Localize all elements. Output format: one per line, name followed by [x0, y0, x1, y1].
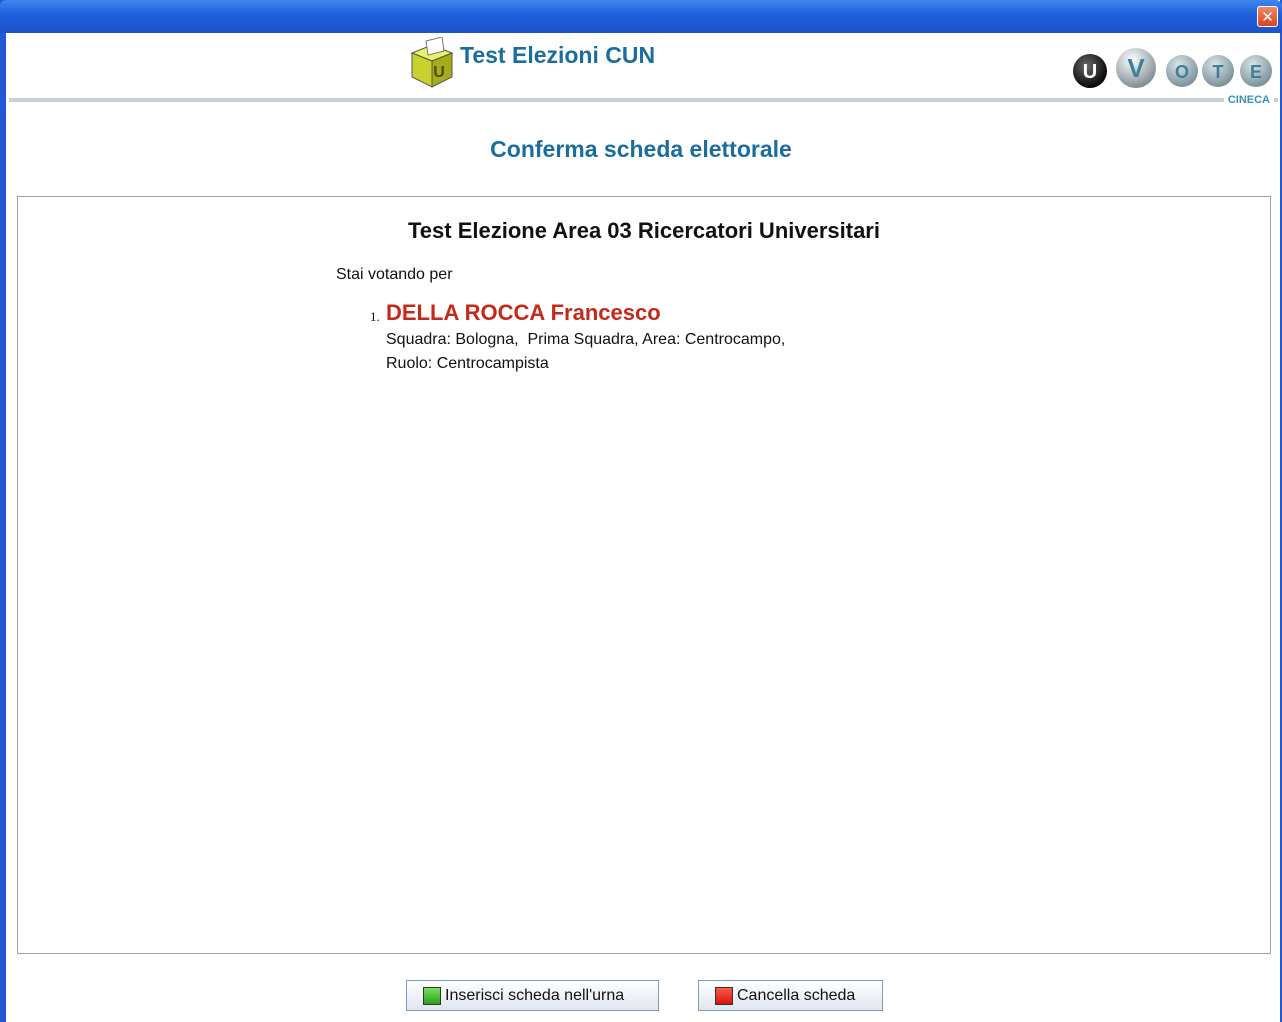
svg-text:U: U: [433, 64, 445, 81]
brand-sub-label: CINECA: [1223, 94, 1274, 106]
candidate-name: DELLA ROCCA Francesco: [386, 300, 661, 325]
brand-letter-t: T: [1213, 62, 1224, 82]
window-titlebar[interactable]: ✕: [0, 0, 1282, 33]
ballot-box-icon: U: [410, 37, 454, 88]
confirm-ballot-button[interactable]: Inserisci scheda nell'urna: [406, 980, 659, 1011]
uvote-logo: U V O T E: [1073, 48, 1272, 88]
brand-letter-v: V: [1127, 53, 1145, 83]
election-title: Test Elezione Area 03 Ricercatori Univer…: [408, 218, 880, 243]
close-icon[interactable]: ✕: [1257, 6, 1278, 27]
brand-letter-e: E: [1250, 62, 1262, 82]
candidate-detail-line2: Ruolo: Centrocampista: [386, 355, 549, 372]
brand-letter-o: O: [1175, 62, 1189, 82]
voting-label: Stai votando per: [336, 266, 453, 283]
app-title: Test Elezioni CUN: [460, 42, 656, 68]
app-header: U Test Elezioni CUN U V O T E CINECA: [6, 33, 1280, 113]
green-square-icon: [423, 986, 441, 1005]
ballot-panel: Test Elezione Area 03 Ricercatori Univer…: [17, 196, 1271, 954]
brand-letter-u: U: [1083, 61, 1097, 83]
header-divider: [9, 98, 1278, 102]
red-square-icon: [715, 986, 733, 1005]
candidate-number: 1.: [370, 309, 380, 324]
confirm-ballot-label: Inserisci scheda nell'urna: [445, 986, 625, 1004]
cancel-ballot-label: Cancella scheda: [737, 986, 856, 1004]
candidate-detail-line1: Squadra: Bologna, Prima Squadra, Area: C…: [386, 331, 786, 348]
cancel-ballot-button[interactable]: Cancella scheda: [698, 980, 883, 1011]
page-title: Conferma scheda elettorale: [490, 136, 792, 162]
